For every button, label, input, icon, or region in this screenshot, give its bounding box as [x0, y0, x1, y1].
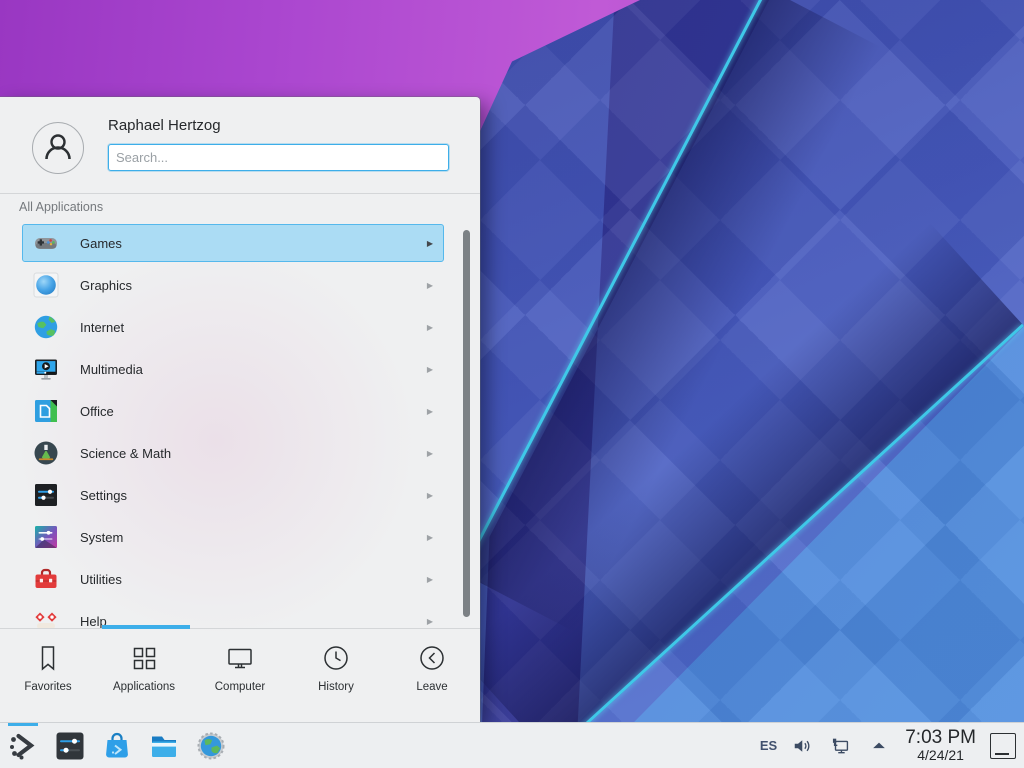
submenu-arrow-icon: ▶: [427, 449, 433, 458]
menu-item-label: Office: [80, 404, 114, 419]
tab-label: Favorites: [24, 681, 71, 693]
menu-item-settings[interactable]: Settings ▶: [22, 476, 444, 514]
menu-item-label: Settings: [80, 488, 127, 503]
list-scrollbar[interactable]: [463, 230, 470, 617]
system-settings-icon: [55, 731, 85, 761]
submenu-arrow-icon: ▶: [427, 407, 433, 416]
expand-tray-icon[interactable]: [867, 734, 891, 758]
discover-button[interactable]: [101, 727, 133, 765]
internet-icon: [33, 314, 59, 340]
dolphin-file-manager-icon: [149, 731, 179, 761]
discover-icon: [102, 731, 132, 761]
menu-item-label: System: [80, 530, 123, 545]
computer-icon: [225, 643, 255, 673]
menu-item-label: Science & Math: [80, 446, 171, 461]
submenu-arrow-icon: ▶: [427, 575, 433, 584]
active-launcher-indicator: [8, 723, 38, 726]
tab-label: Applications: [113, 681, 175, 693]
menu-item-games[interactable]: Games ▶: [22, 224, 444, 262]
kickoff-tab-bar: Favorites Applications C: [0, 629, 480, 722]
show-desktop-glyph: [995, 753, 1009, 755]
desktop: Raphael Hertzog All Applications: [0, 0, 1024, 768]
user-name: Raphael Hertzog: [108, 117, 221, 134]
office-icon: [33, 398, 59, 424]
header-separator: [0, 193, 480, 194]
menu-item-label: Internet: [80, 320, 124, 335]
tab-label: History: [318, 681, 354, 693]
digital-clock[interactable]: 7:03 PM 4/24/21: [905, 728, 976, 763]
menu-item-label: Graphics: [80, 278, 132, 293]
network-icon[interactable]: [829, 734, 853, 758]
kickoff-launcher-icon: [8, 731, 38, 761]
menu-item-science-math[interactable]: Science & Math ▶: [22, 434, 444, 472]
dolphin-file-manager-button[interactable]: [148, 727, 180, 765]
kickoff-launcher-popup: Raphael Hertzog All Applications: [0, 97, 480, 722]
tab-label: Computer: [215, 681, 266, 693]
menu-item-label: Utilities: [80, 572, 122, 587]
kickoff-header: Raphael Hertzog: [0, 97, 480, 193]
web-browser-icon: [196, 731, 226, 761]
system-settings-button[interactable]: [54, 727, 86, 765]
web-browser-button[interactable]: [195, 727, 227, 765]
leave-icon: [417, 643, 447, 673]
tab-computer[interactable]: Computer: [192, 629, 288, 722]
clock-date: 4/24/21: [905, 748, 976, 763]
menu-item-internet[interactable]: Internet ▶: [22, 308, 444, 346]
history-icon: [321, 643, 351, 673]
taskbar-launchers: [7, 727, 227, 765]
submenu-arrow-icon: ▶: [427, 533, 433, 542]
tab-favorites[interactable]: Favorites: [0, 629, 96, 722]
games-icon: [33, 230, 59, 256]
science-math-icon: [33, 440, 59, 466]
graphics-icon: [33, 272, 59, 298]
menu-item-graphics[interactable]: Graphics ▶: [22, 266, 444, 304]
user-icon: [38, 128, 78, 168]
clock-time: 7:03 PM: [905, 728, 976, 748]
show-desktop-button[interactable]: [990, 733, 1016, 759]
menu-item-label: Games: [80, 236, 122, 251]
search-input[interactable]: [108, 144, 449, 171]
favorites-icon: [33, 643, 63, 673]
applications-icon: [129, 643, 159, 673]
submenu-arrow-icon: ▶: [427, 365, 433, 374]
tab-leave[interactable]: Leave: [384, 629, 480, 722]
user-avatar[interactable]: [32, 122, 84, 174]
volume-icon[interactable]: [791, 734, 815, 758]
menu-item-label: Multimedia: [80, 362, 143, 377]
kickoff-launcher-button[interactable]: [7, 727, 39, 765]
tab-label: Leave: [416, 681, 447, 693]
system-tray: ES 7:03 PM: [760, 728, 1016, 763]
menu-item-utilities[interactable]: Utilities ▶: [22, 560, 444, 598]
taskbar-panel: ES 7:03 PM: [0, 722, 1024, 768]
utilities-icon: [33, 566, 59, 592]
submenu-arrow-icon: ▶: [427, 281, 433, 290]
submenu-arrow-icon: ▶: [427, 617, 433, 626]
keyboard-layout-indicator[interactable]: ES: [760, 738, 777, 753]
menu-item-office[interactable]: Office ▶: [22, 392, 444, 430]
multimedia-icon: [33, 356, 59, 382]
tab-applications[interactable]: Applications: [96, 629, 192, 722]
tab-history[interactable]: History: [288, 629, 384, 722]
application-category-list: Games ▶ Graphics ▶: [0, 224, 480, 628]
menu-item-system[interactable]: System ▶: [22, 518, 444, 556]
section-label: All Applications: [19, 200, 103, 214]
submenu-arrow-icon: ▶: [427, 323, 433, 332]
help-icon: [33, 608, 59, 628]
submenu-arrow-icon: ▶: [427, 239, 433, 248]
settings-icon: [33, 482, 59, 508]
submenu-arrow-icon: ▶: [427, 491, 433, 500]
menu-item-help[interactable]: Help ▶: [22, 602, 444, 628]
system-icon: [33, 524, 59, 550]
menu-item-multimedia[interactable]: Multimedia ▶: [22, 350, 444, 388]
